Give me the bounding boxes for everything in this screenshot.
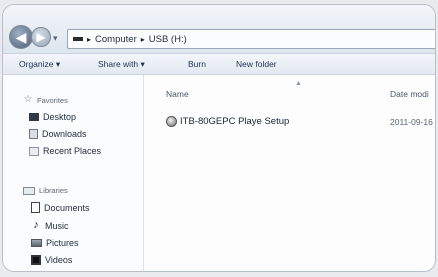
navigation-pane: ☆ Favorites Desktop Downloads Recent Pla…	[3, 75, 144, 271]
sidebar-item-music[interactable]: ♪ Music	[31, 219, 68, 231]
pictures-icon	[31, 239, 42, 247]
column-header-name[interactable]: Name	[166, 89, 189, 99]
explorer-window: ◀ ▶ ▾ ▸ Computer ▸ USB (H:) Organize ▾ S…	[2, 4, 436, 272]
command-bar: Organize ▾ Share with ▾ Burn New folder	[3, 53, 435, 75]
share-with-button[interactable]: Share with ▾	[98, 59, 145, 70]
music-icon: ♪	[33, 219, 39, 231]
sidebar-item-documents[interactable]: Documents	[31, 202, 90, 213]
new-folder-button[interactable]: New folder	[236, 59, 277, 69]
title-bar: ◀ ▶ ▾ ▸ Computer ▸ USB (H:)	[3, 5, 435, 53]
documents-icon	[31, 202, 40, 213]
file-list: Name Date modi ITB-80GEPC Playe Setup 20…	[144, 75, 435, 271]
desktop-icon	[29, 113, 39, 121]
libraries-icon	[23, 186, 35, 195]
sidebar-item-videos[interactable]: Videos	[31, 255, 72, 265]
file-date: 2011-09-16	[390, 117, 433, 127]
sort-ascending-icon: ▲	[295, 80, 302, 87]
setup-icon	[166, 116, 177, 127]
file-row[interactable]: ITB-80GEPC Playe Setup	[166, 116, 289, 127]
recent-places-icon	[29, 146, 39, 156]
back-button[interactable]: ◀	[9, 25, 33, 49]
chevron-right-icon[interactable]: ▸	[87, 35, 91, 44]
chevron-right-icon[interactable]: ▸	[141, 35, 145, 44]
libraries-header[interactable]: Libraries	[23, 186, 68, 195]
videos-icon	[31, 255, 41, 265]
forward-button[interactable]: ▶	[31, 27, 51, 47]
column-header-date-modified[interactable]: Date modi	[390, 89, 429, 99]
organize-button[interactable]: Organize ▾	[19, 59, 60, 70]
sidebar-item-desktop[interactable]: Desktop	[29, 112, 76, 122]
downloads-icon	[29, 129, 38, 139]
sidebar-item-pictures[interactable]: Pictures	[31, 238, 79, 248]
sidebar-item-downloads[interactable]: Downloads	[29, 129, 87, 139]
recent-pages-dropdown-icon[interactable]: ▾	[53, 33, 58, 44]
navigation-buttons: ◀ ▶ ▾	[9, 25, 67, 51]
sidebar-item-recent-places[interactable]: Recent Places	[29, 146, 101, 156]
breadcrumb-usb-drive[interactable]: USB (H:)	[149, 34, 187, 45]
burn-button[interactable]: Burn	[188, 59, 206, 69]
favorites-header[interactable]: ☆ Favorites	[23, 95, 68, 105]
address-bar[interactable]: ▸ Computer ▸ USB (H:)	[67, 29, 435, 49]
file-name: ITB-80GEPC Playe Setup	[180, 116, 290, 127]
drive-icon	[73, 37, 83, 41]
breadcrumb-computer[interactable]: Computer	[95, 34, 137, 45]
star-icon: ☆	[23, 94, 33, 105]
